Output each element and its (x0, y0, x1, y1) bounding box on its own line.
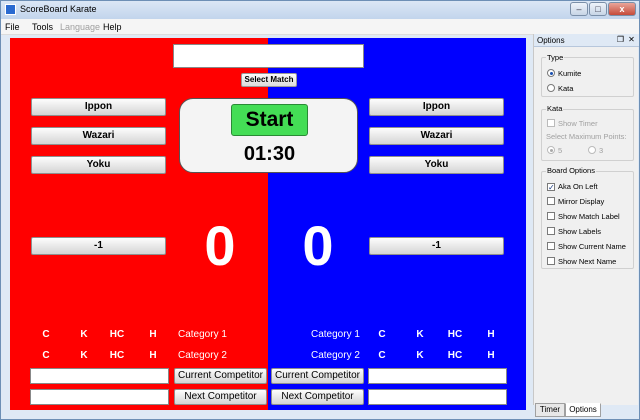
app-icon (5, 4, 16, 15)
kata-group-title: Kata (546, 104, 564, 113)
radio-selected-icon (547, 69, 555, 77)
red-current-competitor-field[interactable] (30, 368, 169, 384)
max-points-label: Select Maximum Points: (546, 132, 627, 141)
blue-penalty-c-1[interactable]: C (370, 329, 394, 340)
float-icon[interactable]: ❐ (616, 35, 625, 44)
checkbox-icon (547, 212, 555, 220)
red-penalty-k-1[interactable]: K (72, 329, 96, 340)
maximize-button[interactable]: □ (589, 2, 607, 16)
title-bar: ScoreBoard Karate – □ x (1, 1, 639, 19)
blue-next-competitor-field[interactable] (368, 389, 507, 405)
timer-panel: Start 01:30 (179, 98, 358, 173)
blue-score: 0 (302, 214, 334, 277)
mirror-display-checkbox[interactable]: Mirror Display (547, 196, 604, 207)
show-match-label-checkbox[interactable]: Show Match Label (547, 211, 620, 222)
scoreboard: Select Match Ippon Wazari Yoku -1 Ippon … (10, 38, 526, 410)
menu-bar: File Tools Language Help (1, 19, 639, 35)
match-label-field (173, 44, 364, 68)
select-match-button[interactable]: Select Match (241, 73, 297, 87)
kata-radio[interactable]: Kata (547, 83, 573, 94)
red-next-competitor-button[interactable]: Next Competitor (174, 389, 267, 405)
radio-icon (547, 84, 555, 92)
blue-minus-button[interactable]: -1 (369, 237, 504, 255)
red-penalty-c-2[interactable]: C (34, 350, 58, 361)
options-header: Options ❐ ✕ (534, 34, 639, 47)
blue-category-1-label: Category 1 (311, 329, 360, 340)
menu-tools[interactable]: Tools (32, 22, 53, 32)
blue-penalty-k-1[interactable]: K (408, 329, 432, 340)
board-options-title: Board Options (546, 166, 596, 175)
type-group-title: Type (546, 53, 565, 62)
options-title: Options (537, 36, 565, 45)
blue-penalty-h-2[interactable]: H (479, 350, 503, 361)
window-title: ScoreBoard Karate (20, 4, 97, 14)
show-labels-checkbox[interactable]: Show Labels (547, 226, 601, 237)
close-icon[interactable]: ✕ (627, 35, 636, 44)
red-score: 0 (204, 214, 236, 277)
blue-penalty-k-2[interactable]: K (408, 350, 432, 361)
kumite-radio[interactable]: Kumite (547, 68, 581, 79)
options-panel: Options ❐ ✕ Type Kumite Kata Kata Show T… (533, 34, 639, 405)
close-button[interactable]: x (608, 2, 636, 16)
checkbox-icon (547, 227, 555, 235)
blue-yoku-button[interactable]: Yoku (369, 156, 504, 174)
red-penalty-h-1[interactable]: H (141, 329, 165, 340)
app-window: ScoreBoard Karate – □ x File Tools Langu… (0, 0, 640, 420)
blue-penalty-h-1[interactable]: H (479, 329, 503, 340)
checkbox-icon (547, 197, 555, 205)
blue-current-competitor-button[interactable]: Current Competitor (271, 368, 364, 384)
blue-ippon-button[interactable]: Ippon (369, 98, 504, 116)
points-5-radio: 5 (547, 145, 562, 156)
show-next-name-checkbox[interactable]: Show Next Name (547, 256, 616, 267)
tab-options[interactable]: Options (565, 403, 601, 417)
red-penalty-hc-1[interactable]: HC (105, 329, 129, 340)
red-ippon-button[interactable]: Ippon (31, 98, 166, 116)
menu-language: Language (60, 22, 101, 32)
checkbox-icon (547, 119, 555, 127)
checkbox-icon (547, 242, 555, 250)
checkbox-icon (547, 257, 555, 265)
menu-file[interactable]: File (5, 22, 20, 32)
red-penalty-hc-2[interactable]: HC (105, 350, 129, 361)
blue-wazari-button[interactable]: Wazari (369, 127, 504, 145)
red-minus-button[interactable]: -1 (31, 237, 166, 255)
red-penalty-k-2[interactable]: K (72, 350, 96, 361)
blue-next-competitor-button[interactable]: Next Competitor (271, 389, 364, 405)
blue-current-competitor-field[interactable] (368, 368, 507, 384)
blue-penalty-hc-1[interactable]: HC (443, 329, 467, 340)
red-current-competitor-button[interactable]: Current Competitor (174, 368, 267, 384)
blue-penalty-c-2[interactable]: C (370, 350, 394, 361)
red-yoku-button[interactable]: Yoku (31, 156, 166, 174)
dock-tabs: Timer Options (533, 403, 638, 419)
minimize-button[interactable]: – (570, 2, 588, 16)
tab-timer[interactable]: Timer (535, 403, 565, 417)
checkmark-icon: ✓ (547, 183, 555, 192)
blue-category-2-label: Category 2 (311, 350, 360, 361)
points-3-radio: 3 (588, 145, 603, 156)
radio-icon (588, 146, 596, 154)
aka-on-left-checkbox[interactable]: ✓ Aka On Left (547, 181, 598, 192)
radio-selected-icon (547, 146, 555, 154)
show-timer-checkbox: Show Timer (547, 118, 598, 129)
red-category-2-label: Category 2 (178, 350, 227, 361)
timer-display: 01:30 (243, 143, 296, 165)
red-wazari-button[interactable]: Wazari (31, 127, 166, 145)
red-next-competitor-field[interactable] (30, 389, 169, 405)
red-penalty-h-2[interactable]: H (141, 350, 165, 361)
red-category-1-label: Category 1 (178, 329, 227, 340)
start-button[interactable]: Start (231, 104, 308, 136)
menu-help[interactable]: Help (103, 22, 122, 32)
show-current-name-checkbox[interactable]: Show Current Name (547, 241, 626, 252)
red-penalty-c-1[interactable]: C (34, 329, 58, 340)
blue-penalty-hc-2[interactable]: HC (443, 350, 467, 361)
